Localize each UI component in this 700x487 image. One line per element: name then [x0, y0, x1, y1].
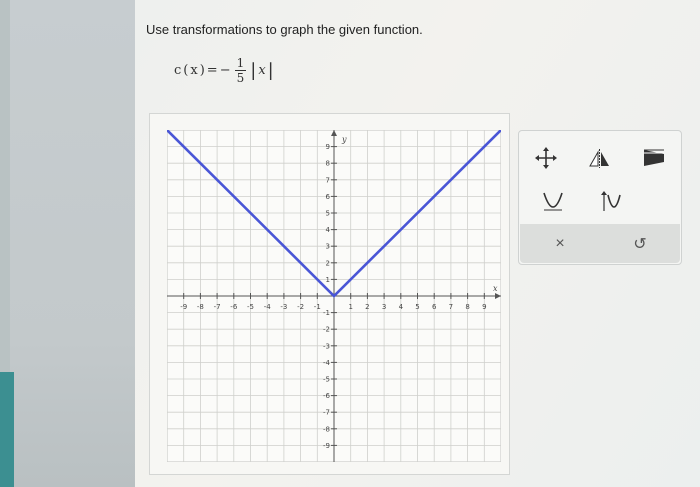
- reflect-tool-icon[interactable]: [586, 147, 614, 169]
- y-tick-label: -8: [323, 425, 330, 433]
- y-tick-label: 9: [326, 143, 330, 151]
- fraction-denominator: 5: [236, 70, 245, 85]
- y-tick-label: 6: [326, 193, 331, 201]
- left-panel: [10, 0, 135, 487]
- y-tick-label: 1: [326, 276, 330, 284]
- abs-bar-left: |: [250, 59, 257, 81]
- stretch-tool-icon[interactable]: [640, 147, 668, 169]
- x-tick-label: -4: [264, 303, 272, 311]
- y-tick-label: -6: [323, 392, 331, 400]
- x-tick-label: -9: [180, 303, 187, 311]
- y-tick-label: 8: [326, 160, 330, 168]
- x-tick-label: 8: [465, 303, 469, 311]
- coordinate-grid[interactable]: -9 -8 -7 -6 -5 -4 -3 -2 -1 1 2 3 4 5 6 7 8 9 9 8 7 6 5 4 3 2 1 -1 -2…: [167, 130, 501, 462]
- fraction-numerator: 1: [234, 55, 247, 71]
- y-tick-label: 4: [326, 226, 331, 234]
- minus-sign: −: [219, 62, 231, 78]
- x-tick-label: -7: [214, 303, 221, 311]
- y-tick-label: -1: [323, 309, 330, 317]
- function-variable: x: [190, 62, 198, 78]
- y-tick-label: -5: [323, 376, 330, 384]
- x-tick-label: -1: [314, 303, 321, 311]
- x-tick-label: 3: [382, 303, 386, 311]
- y-tick-label: -2: [323, 326, 330, 334]
- coefficient-fraction: 1 5: [234, 55, 247, 85]
- x-axis-label: x: [493, 284, 498, 293]
- x-tick-label: 1: [348, 303, 352, 311]
- x-tick-label: 4: [399, 303, 404, 311]
- x-tick-label: 7: [449, 303, 453, 311]
- y-tick-label: -7: [323, 409, 330, 417]
- paren-open: (: [183, 62, 189, 78]
- x-tick-label: 5: [415, 303, 419, 311]
- x-tick-label: -8: [197, 303, 204, 311]
- shift-parabola-tool-icon[interactable]: [597, 191, 625, 213]
- abs-expression: x: [258, 62, 266, 78]
- y-tick-label: 3: [326, 243, 330, 251]
- y-tick-label: 5: [326, 210, 330, 218]
- x-tick-label: 6: [432, 303, 437, 311]
- abs-bar-right: |: [267, 59, 274, 81]
- paren-close: ): [199, 62, 205, 78]
- instructions-text: Use transformations to graph the given f…: [146, 22, 423, 37]
- graph-toolbox: × ↺: [518, 130, 682, 265]
- clear-button[interactable]: ×: [540, 235, 580, 253]
- x-tick-label: 9: [482, 303, 486, 311]
- side-accent-bar: [0, 372, 14, 487]
- y-axis-label: y: [341, 135, 347, 144]
- undo-button[interactable]: ↺: [620, 234, 660, 254]
- x-tick-label: -2: [297, 303, 304, 311]
- x-tick-label: -3: [280, 303, 287, 311]
- equals-sign: =: [206, 62, 218, 78]
- function-equation: c ( x ) = − 1 5 | x |: [174, 50, 274, 90]
- y-tick-label: 7: [326, 176, 330, 184]
- x-tick-label: -6: [230, 303, 238, 311]
- y-tick-label: 2: [326, 259, 330, 267]
- function-name: c: [174, 62, 182, 78]
- x-tick-label: 2: [365, 303, 369, 311]
- toolbox-actions: × ↺: [520, 224, 680, 263]
- move-tool-icon[interactable]: [532, 147, 560, 169]
- y-tick-label: -4: [323, 359, 331, 367]
- y-tick-label: -3: [323, 342, 330, 350]
- y-tick-label: -9: [323, 442, 330, 450]
- parabola-tool-icon[interactable]: [539, 191, 567, 213]
- x-tick-label: -5: [247, 303, 254, 311]
